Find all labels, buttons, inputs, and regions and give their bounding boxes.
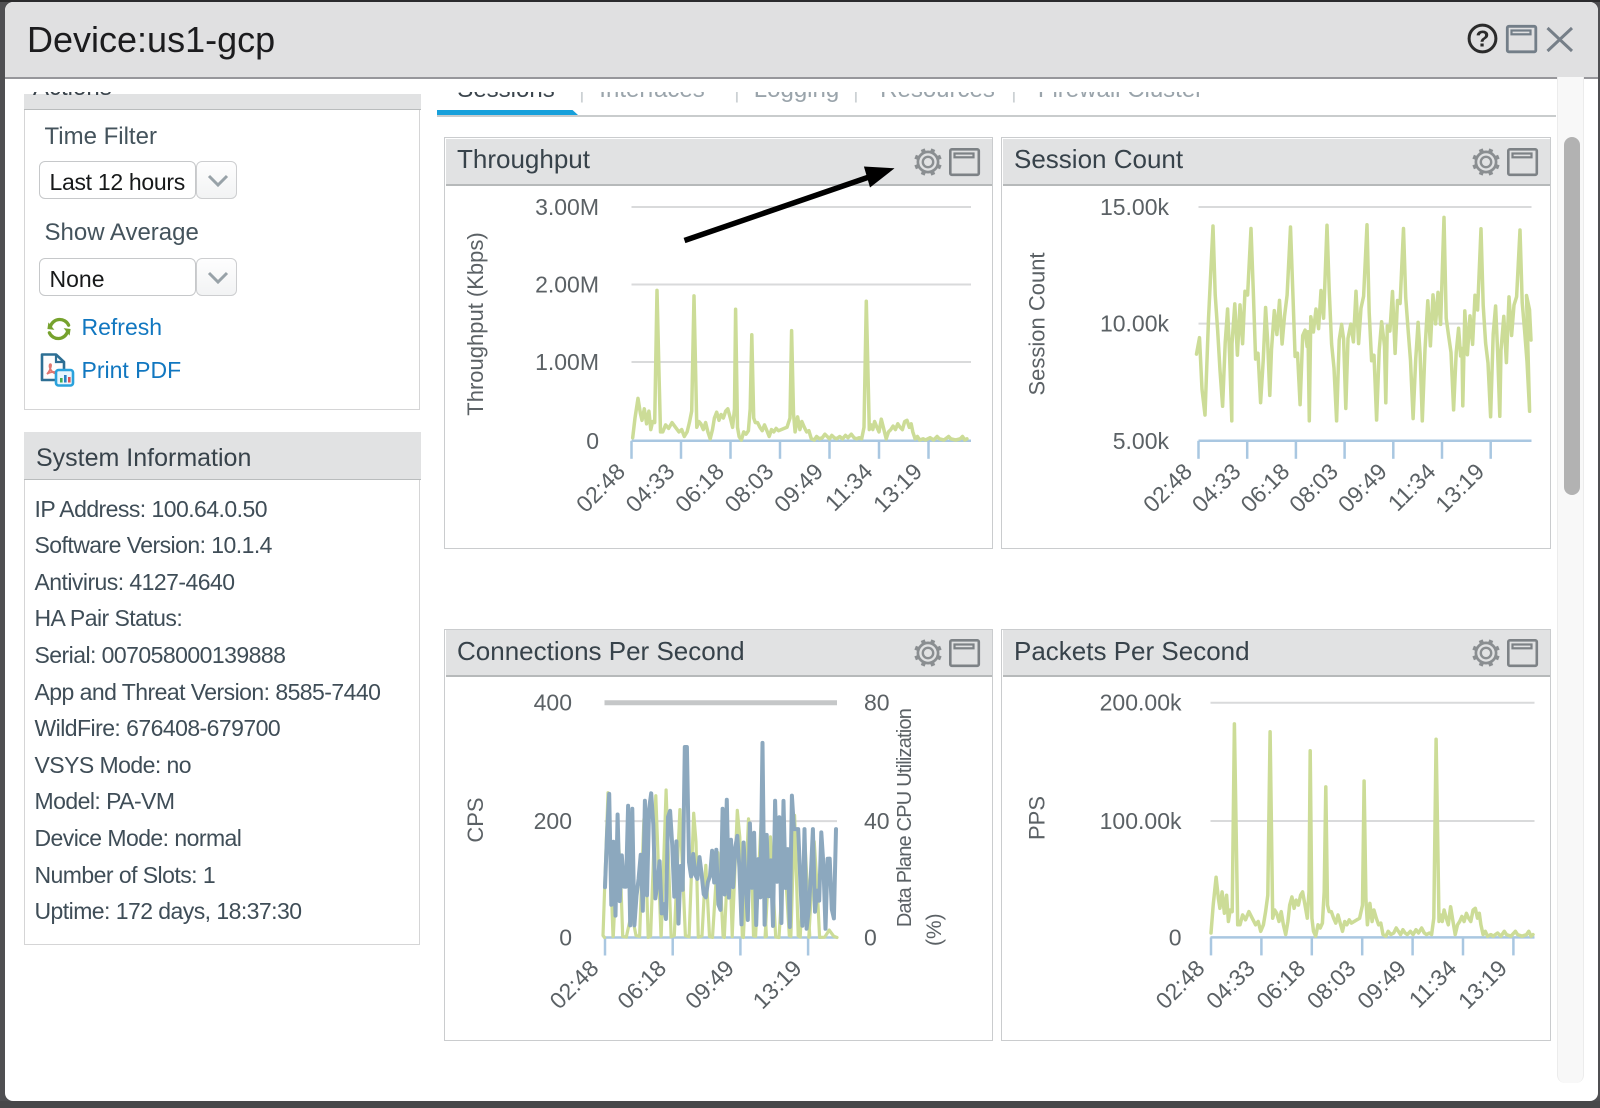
- svg-text:200: 200: [534, 808, 572, 834]
- svg-text:09:49: 09:49: [1352, 955, 1411, 1014]
- svg-text:3.00M: 3.00M: [535, 194, 599, 220]
- svg-text:09:49: 09:49: [1333, 458, 1392, 517]
- svg-text:13:19: 13:19: [1430, 458, 1489, 517]
- svg-text:08:03: 08:03: [1302, 955, 1361, 1014]
- svg-text:400: 400: [534, 690, 572, 716]
- svg-text:04:33: 04:33: [620, 458, 679, 517]
- svg-text:5.00k: 5.00k: [1113, 428, 1170, 454]
- svg-text:PPS: PPS: [1025, 796, 1050, 840]
- svg-text:0: 0: [586, 428, 599, 454]
- svg-text:13:19: 13:19: [868, 458, 927, 517]
- svg-text:06:18: 06:18: [670, 458, 729, 517]
- svg-text:CPS: CPS: [463, 797, 488, 842]
- svg-text:09:49: 09:49: [680, 955, 739, 1014]
- svg-text:Throughput (Kbps): Throughput (Kbps): [463, 232, 488, 415]
- svg-text:08:03: 08:03: [1284, 458, 1343, 517]
- svg-text:06:18: 06:18: [612, 955, 671, 1014]
- svg-text:08:03: 08:03: [719, 458, 778, 517]
- svg-text:04:33: 04:33: [1201, 955, 1260, 1014]
- svg-text:13:19: 13:19: [1453, 955, 1512, 1014]
- svg-text:06:18: 06:18: [1251, 955, 1310, 1014]
- svg-text:(%): (%): [923, 913, 946, 946]
- svg-text:15.00k: 15.00k: [1100, 194, 1170, 220]
- svg-text:06:18: 06:18: [1235, 458, 1294, 517]
- svg-text:09:49: 09:49: [769, 458, 828, 517]
- svg-text:02:48: 02:48: [1150, 955, 1209, 1014]
- svg-text:04:33: 04:33: [1187, 458, 1246, 517]
- svg-text:200.00k: 200.00k: [1100, 690, 1182, 716]
- svg-text:02:48: 02:48: [544, 955, 603, 1014]
- svg-text:100.00k: 100.00k: [1100, 808, 1182, 834]
- svg-text:0: 0: [1169, 924, 1182, 950]
- svg-text:2.00M: 2.00M: [535, 272, 599, 298]
- svg-text:10.00k: 10.00k: [1100, 311, 1170, 337]
- svg-text:Session Count: Session Count: [1025, 252, 1050, 395]
- svg-text:40: 40: [864, 808, 890, 834]
- svg-text:1.00M: 1.00M: [535, 349, 599, 375]
- svg-text:13:19: 13:19: [748, 955, 807, 1014]
- svg-text:11:34: 11:34: [1383, 458, 1441, 516]
- svg-text:02:48: 02:48: [1138, 458, 1197, 517]
- svg-text:0: 0: [864, 925, 877, 951]
- svg-text:Data Plane CPU Utilization: Data Plane CPU Utilization: [894, 709, 916, 927]
- svg-text:0: 0: [559, 925, 572, 951]
- svg-text:80: 80: [864, 690, 890, 716]
- svg-text:02:48: 02:48: [571, 458, 630, 517]
- svg-text:11:34: 11:34: [820, 458, 878, 516]
- svg-text:11:34: 11:34: [1404, 955, 1462, 1013]
